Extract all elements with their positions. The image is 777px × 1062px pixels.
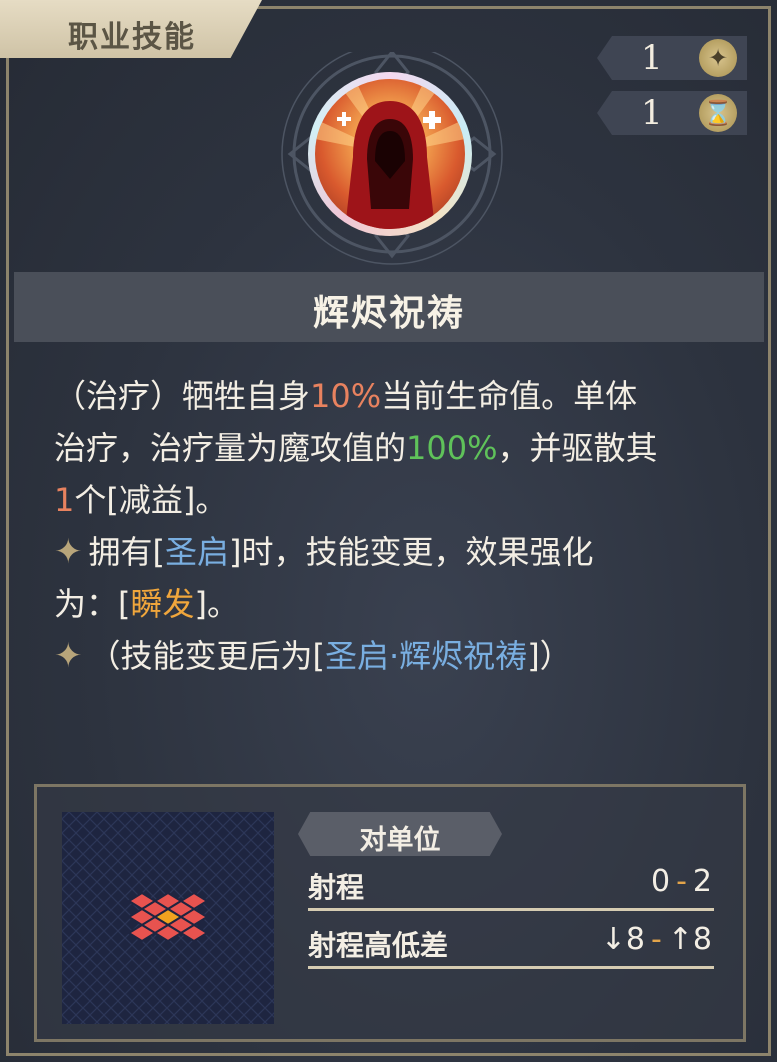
desc-line: 治疗，治疗量为魔攻值的100%，并驱散其 [54, 422, 734, 474]
range-grid-preview [62, 812, 274, 1024]
height-down: 8 [625, 922, 645, 957]
category-label: 职业技能 [68, 20, 196, 55]
desc-line: ✦ （技能变更后为[圣启·辉烬祝祷]） [54, 630, 734, 682]
hourglass-icon: ⌛ [699, 94, 737, 132]
desc-text: 为：[ [54, 585, 131, 623]
skill-icon [308, 72, 472, 236]
height-value: ↓8- ↑8 [600, 922, 712, 957]
keyword-link[interactable]: 圣启 [165, 533, 229, 571]
desc-text: ]） [527, 637, 572, 675]
desc-highlight: 1 [54, 481, 75, 519]
desc-text: 治疗，治疗量为魔攻值的 [54, 429, 407, 467]
target-type-tag: 对单位 [298, 812, 502, 856]
desc-text: 拥有[ [88, 533, 166, 571]
range-label: 射程 [308, 871, 365, 904]
skill-description: （治疗）牺牲自身10%当前生命值。单体 治疗，治疗量为魔攻值的100%，并驱散其… [54, 370, 734, 682]
desc-text: ，并驱散其 [497, 429, 658, 467]
desc-highlight: 10% [310, 377, 382, 415]
star-sparkle-icon: ✦ [699, 39, 737, 77]
desc-text: 当前生命值。单体 [381, 377, 638, 415]
sparkle-bullet-icon: ✦ [54, 636, 83, 676]
desc-text: （治疗）牺牲自身 [54, 377, 311, 415]
arrow-down-icon: ↓ [600, 922, 626, 957]
desc-highlight: 100% [406, 429, 498, 467]
desc-line: 为：[瞬发]。 [54, 578, 734, 630]
height-up: 8 [692, 922, 712, 957]
desc-line: 1个[减益]。 [54, 474, 734, 526]
range-min: 0 [650, 864, 671, 899]
keyword-link[interactable]: 瞬发 [131, 585, 195, 623]
arrow-up-icon: ↑ [667, 922, 693, 957]
desc-line: ✦ 拥有[圣启]时，技能变更，效果强化 [54, 526, 734, 578]
desc-text: 个[减益]。 [74, 481, 228, 519]
desc-text: ]时，技能变更，效果强化 [229, 533, 594, 571]
cooldown-counter: 1 ⌛ [597, 91, 747, 135]
hooded-figure-heal-icon [315, 79, 465, 229]
cooldown-value: 1 [641, 93, 663, 133]
sparkle-bullet-icon: ✦ [54, 532, 83, 572]
target-type-label: 对单位 [359, 825, 441, 856]
skill-title-band: 辉烬祝祷 [14, 272, 764, 342]
keyword-link[interactable]: 圣启·辉烬祝祷 [325, 637, 527, 675]
desc-line: （治疗）牺牲自身10%当前生命值。单体 [54, 370, 734, 422]
range-max: 2 [692, 864, 712, 899]
category-tag: 职业技能 [0, 0, 262, 58]
skill-card: 职业技能 1 ✦ 1 ⌛ 辉烬祝祷 （治疗）牺牲自身10%当前生命值。单体 治疗… [0, 0, 777, 1062]
skill-name: 辉烬祝祷 [312, 293, 465, 334]
desc-text: ]。 [194, 585, 240, 623]
desc-text: （技能变更后为[ [88, 637, 326, 675]
height-row: 射程高低差 ↓8- ↑8 [308, 920, 714, 969]
cost-counter: 1 ✦ [597, 36, 747, 80]
cost-value: 1 [641, 38, 663, 78]
range-row: 射程 0-2 [308, 862, 714, 911]
height-label: 射程高低差 [308, 929, 449, 962]
range-value: 0-2 [650, 864, 712, 899]
